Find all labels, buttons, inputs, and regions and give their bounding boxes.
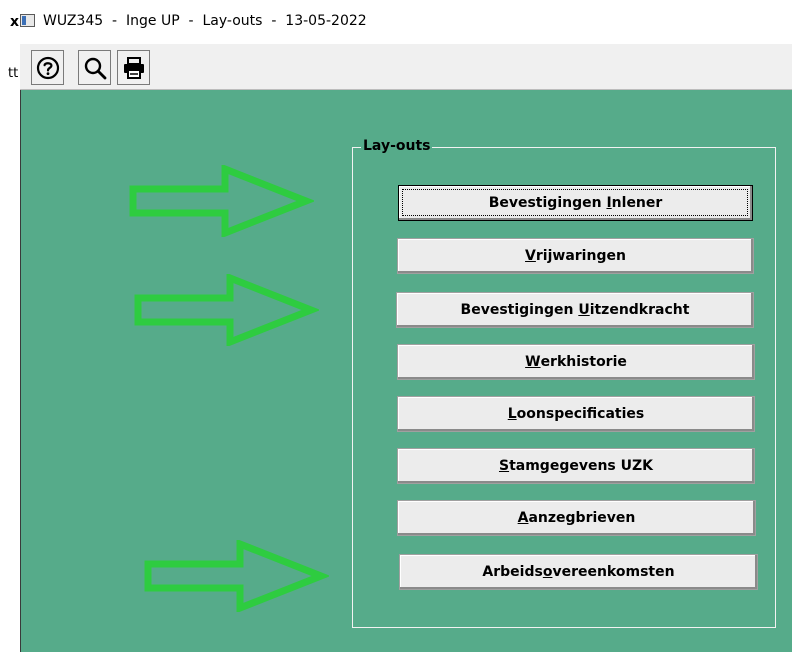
printer-icon xyxy=(123,56,144,79)
layouts-group-label: Lay-outs xyxy=(361,138,433,154)
edge-text-top: x xyxy=(10,14,20,30)
loonspecificaties-button[interactable]: Loonspecificaties xyxy=(397,396,755,432)
help-icon xyxy=(36,56,59,79)
button-accelerator: A xyxy=(517,510,529,526)
aanzegbrieven-button[interactable]: Aanzegbrieven xyxy=(397,500,756,536)
button-label-post: anzegbrieven xyxy=(528,510,636,526)
annotation-arrow-icon xyxy=(134,274,319,346)
button-label-pre: Arbeids xyxy=(482,564,543,580)
button-label-post: erkhistorie xyxy=(540,354,627,370)
button-accelerator: U xyxy=(578,302,590,318)
annotation-arrow-icon xyxy=(144,540,329,612)
button-label-post: vereenkomsten xyxy=(552,564,675,580)
annotation-arrow-icon xyxy=(129,165,314,237)
arbeidsovereenkomsten-button[interactable]: Arbeids o vereenkomsten xyxy=(399,554,758,590)
edge-text-mid: tt xyxy=(8,66,19,81)
button-accelerator: V xyxy=(525,248,536,264)
button-label-post: itzendkracht xyxy=(589,302,690,318)
search-icon xyxy=(84,57,106,79)
stamgegevens-uzk-button[interactable]: Stamgegevens UZK xyxy=(397,448,755,484)
app-window-icon xyxy=(20,14,35,27)
button-label-post: oonspecificaties xyxy=(516,406,645,422)
button-accelerator: S xyxy=(498,458,510,474)
bevestigingen-uitzendkracht-button[interactable]: Bevestigingen Uitzendkracht xyxy=(396,292,754,328)
button-label-pre: Bevestigingen xyxy=(460,302,579,318)
search-button[interactable] xyxy=(78,50,111,85)
help-button[interactable] xyxy=(31,50,64,85)
button-label-post: rijwaringen xyxy=(535,248,626,264)
button-accelerator: W xyxy=(525,354,541,370)
button-label-pre: Bevestigingen xyxy=(488,195,607,211)
bevestigingen-inlener-button[interactable]: Bevestigingen Inlener xyxy=(398,185,753,221)
button-label-post: tamgegevens UZK xyxy=(509,458,654,474)
window-title: WUZ345 - Inge UP - Lay-outs - 13-05-2022 xyxy=(43,13,367,29)
button-accelerator: I xyxy=(606,195,612,211)
werkhistorie-button[interactable]: Werkhistorie xyxy=(397,344,755,380)
vrijwaringen-button[interactable]: Vrijwaringen xyxy=(397,238,754,274)
button-accelerator: o xyxy=(542,564,553,580)
button-label-post: nlener xyxy=(611,195,663,211)
print-button[interactable] xyxy=(117,50,150,85)
button-accelerator: L xyxy=(507,406,517,422)
